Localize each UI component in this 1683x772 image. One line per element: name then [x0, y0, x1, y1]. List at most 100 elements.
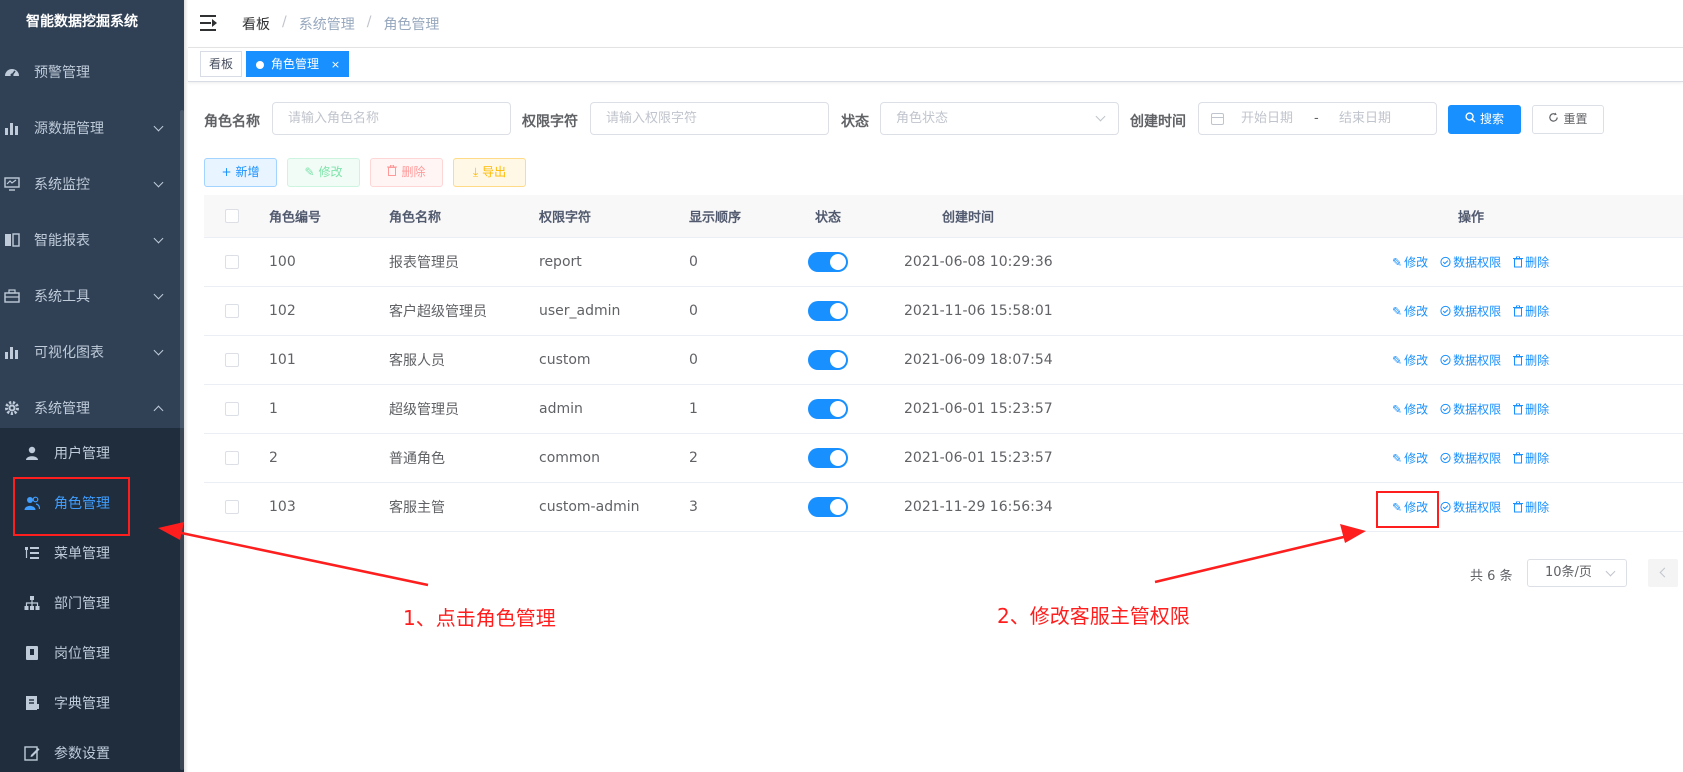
- select-all-checkbox[interactable]: [225, 209, 239, 223]
- status-toggle[interactable]: [808, 448, 848, 468]
- page-size-select[interactable]: 10条/页: [1527, 559, 1627, 587]
- breadcrumb-item-system: 系统管理: [298, 17, 355, 33]
- date-range-picker[interactable]: 开始日期 - 结束日期: [1198, 102, 1437, 135]
- row-checkbox[interactable]: [225, 500, 239, 514]
- cell-role-name: 客服主管: [389, 500, 445, 516]
- table-row: 2 普通角色 common 2 2021-06-01 15:23:57 ✎ 修改 数据权限 删除: [204, 434, 1683, 483]
- prev-page-button[interactable]: [1648, 559, 1678, 587]
- row-checkbox[interactable]: [225, 353, 239, 367]
- status-toggle[interactable]: [808, 497, 848, 517]
- app-title: 智能数据挖掘系统: [26, 14, 138, 30]
- cell-created: 2021-06-09 18:07:54: [904, 352, 1053, 368]
- reset-button[interactable]: 重置: [1532, 105, 1604, 134]
- end-date-placeholder: 结束日期: [1339, 111, 1392, 126]
- trash-icon: [1513, 452, 1524, 464]
- sidebar-item-tools[interactable]: 系统工具: [0, 268, 184, 324]
- row-edit-button[interactable]: ✎ 修改: [1392, 401, 1428, 418]
- bar-chart-icon: [5, 347, 18, 359]
- row-data-perm-label: 数据权限: [1453, 353, 1502, 368]
- start-date-placeholder: 开始日期: [1241, 111, 1294, 126]
- row-edit-button[interactable]: ✎ 修改: [1392, 450, 1428, 467]
- cell-perm: custom-admin: [539, 499, 640, 515]
- cell-created: 2021-06-08 10:29:36: [904, 254, 1053, 270]
- tag-label: 看板: [209, 57, 234, 71]
- row-edit-label: 修改: [1404, 304, 1429, 319]
- trash-icon: [1513, 305, 1524, 317]
- export-button[interactable]: ⤓ 导出: [453, 158, 526, 187]
- row-data-perm-button[interactable]: 数据权限: [1440, 450, 1501, 467]
- tag-roles[interactable]: 角色管理 ×: [246, 51, 350, 77]
- row-data-perm-button[interactable]: 数据权限: [1440, 401, 1501, 418]
- chevron-up-icon: [153, 405, 164, 416]
- row-checkbox[interactable]: [225, 402, 239, 416]
- row-delete-button[interactable]: 删除: [1513, 352, 1549, 369]
- cell-created: 2021-06-01 15:23:57: [904, 450, 1053, 466]
- row-delete-button[interactable]: 删除: [1513, 450, 1549, 467]
- row-data-perm-button[interactable]: 数据权限: [1440, 254, 1501, 271]
- edit-button-label: 修改: [318, 165, 343, 179]
- perm-input[interactable]: 请输入权限字符: [590, 102, 829, 135]
- created-label: 创建时间: [1130, 114, 1186, 130]
- toggle-knob: [830, 499, 846, 515]
- breadcrumb-item-dashboard[interactable]: 看板: [242, 14, 270, 34]
- row-edit-label: 修改: [1404, 255, 1429, 270]
- circle-check-icon: [1440, 354, 1451, 366]
- status-toggle[interactable]: [808, 399, 848, 419]
- sidebar-item-label: 菜单管理: [54, 546, 110, 562]
- add-button[interactable]: + 新增: [204, 158, 277, 187]
- download-icon: ⤓: [472, 165, 479, 179]
- cell-order: 1: [689, 401, 698, 417]
- sidebar-item-warning[interactable]: 预警管理: [0, 44, 184, 100]
- sidebar-item-charts[interactable]: 可视化图表: [0, 324, 184, 380]
- gear-icon: [5, 401, 19, 415]
- search-button[interactable]: 搜索: [1448, 105, 1521, 134]
- row-delete-button[interactable]: 删除: [1513, 254, 1549, 271]
- edit-button[interactable]: ✎ 修改: [287, 158, 360, 187]
- role-name-input[interactable]: 请输入角色名称: [272, 102, 511, 135]
- row-data-perm-button[interactable]: 数据权限: [1440, 352, 1501, 369]
- row-checkbox[interactable]: [225, 451, 239, 465]
- sidebar-item-users[interactable]: 用户管理: [0, 428, 184, 478]
- roles-table: 角色编号 角色名称 权限字符 显示顺序 状态 创建时间 操作 100 报表管理员 r…: [204, 195, 1683, 532]
- sidebar-item-label: 智能报表: [34, 233, 90, 249]
- sidebar-item-depts[interactable]: 部门管理: [0, 578, 184, 628]
- sidebar-item-source-data[interactable]: 源数据管理: [0, 100, 184, 156]
- delete-button[interactable]: 删除: [370, 158, 443, 187]
- tag-dashboard[interactable]: 看板: [200, 51, 243, 77]
- row-delete-button[interactable]: 删除: [1513, 303, 1549, 320]
- sidebar-item-params[interactable]: 参数设置: [0, 728, 184, 772]
- cell-role-id: 101: [269, 352, 296, 368]
- user-icon: [26, 446, 38, 460]
- header-perm: 权限字符: [539, 210, 592, 226]
- row-edit-button[interactable]: ✎ 修改: [1392, 352, 1428, 369]
- sidebar-item-dicts[interactable]: 字典管理: [0, 678, 184, 728]
- toggle-knob: [830, 352, 846, 368]
- row-edit-button[interactable]: ✎ 修改: [1392, 303, 1428, 320]
- hamburger-icon[interactable]: [200, 15, 218, 31]
- status-toggle[interactable]: [808, 252, 848, 272]
- status-select[interactable]: 角色状态: [880, 102, 1119, 135]
- row-data-perm-button[interactable]: 数据权限: [1440, 499, 1501, 516]
- status-toggle[interactable]: [808, 301, 848, 321]
- search-button-label: 搜索: [1479, 112, 1504, 126]
- row-checkbox[interactable]: [225, 304, 239, 318]
- sidebar-item-report[interactable]: 智能报表: [0, 212, 184, 268]
- row-edit-button[interactable]: ✎ 修改: [1392, 254, 1428, 271]
- post-icon: [26, 646, 38, 660]
- refresh-icon: [1548, 106, 1559, 133]
- row-delete-button[interactable]: 删除: [1513, 499, 1549, 516]
- sidebar-item-posts[interactable]: 岗位管理: [0, 628, 184, 678]
- tree-table-icon: [25, 547, 39, 559]
- sidebar-item-monitor[interactable]: 系统监控: [0, 156, 184, 212]
- row-data-perm-button[interactable]: 数据权限: [1440, 303, 1501, 320]
- chevron-down-icon: [153, 177, 164, 188]
- table-row: 103 客服主管 custom-admin 3 2021-11-29 16:56:34 ✎…: [204, 483, 1683, 532]
- cell-role-name: 超级管理员: [389, 402, 459, 418]
- status-toggle[interactable]: [808, 350, 848, 370]
- row-delete-button[interactable]: 删除: [1513, 401, 1549, 418]
- sidebar-item-label: 系统管理: [34, 401, 90, 417]
- close-icon[interactable]: ×: [331, 58, 340, 71]
- reset-button-label: 重置: [1563, 112, 1588, 126]
- sidebar-item-label: 源数据管理: [34, 121, 104, 137]
- row-checkbox[interactable]: [225, 255, 239, 269]
